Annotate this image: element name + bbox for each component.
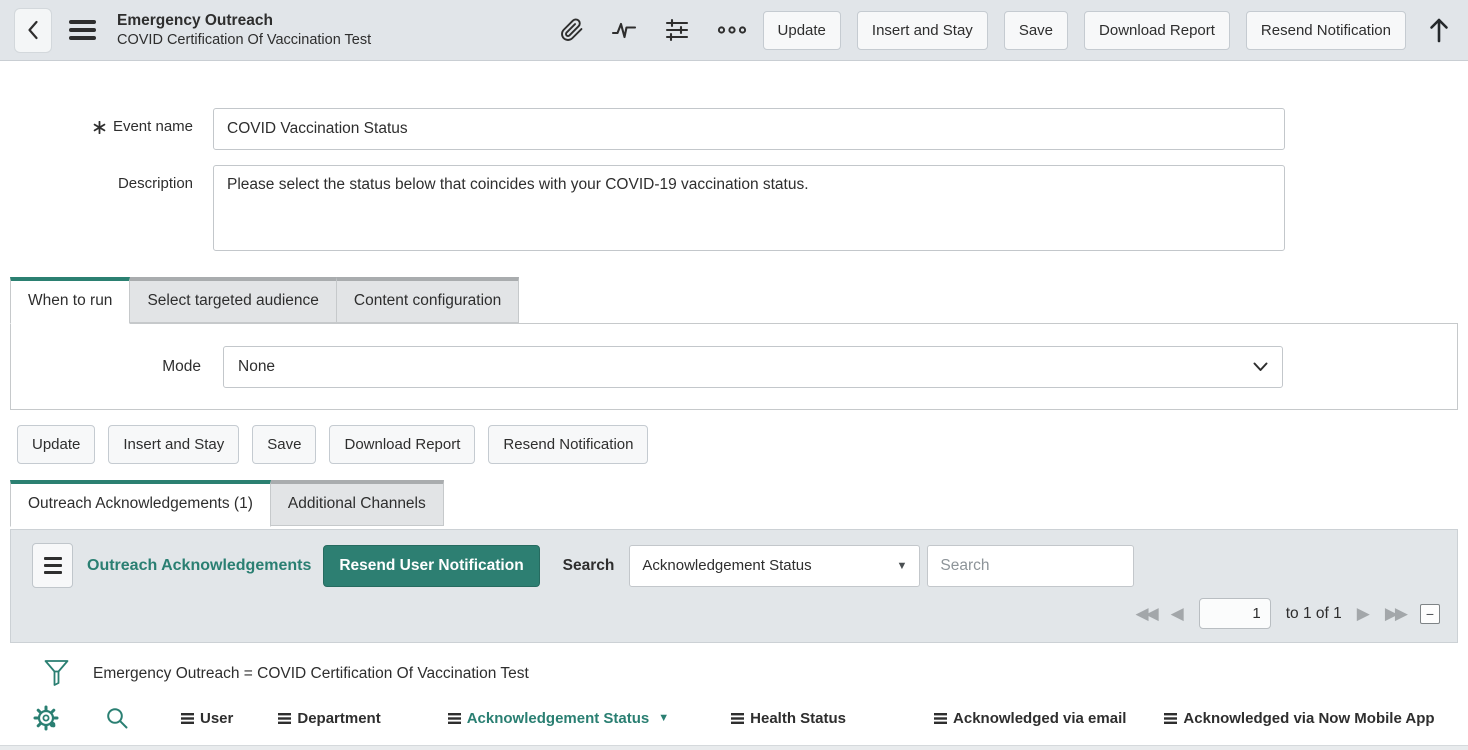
- first-row-edge: [0, 745, 1468, 750]
- back-button[interactable]: [14, 8, 52, 53]
- context-menu-icon[interactable]: [69, 16, 96, 44]
- search-column-value: Acknowledgement Status: [642, 557, 811, 574]
- column-menu-icon[interactable]: [278, 713, 291, 724]
- tab-content-configuration[interactable]: Content configuration: [336, 277, 519, 323]
- insert-and-stay-button-footer[interactable]: Insert and Stay: [108, 425, 239, 464]
- mode-select-value: None: [238, 358, 275, 376]
- attachment-icon[interactable]: [560, 18, 584, 42]
- insert-and-stay-button[interactable]: Insert and Stay: [857, 11, 988, 50]
- primary-tab-bar: When to run Select targeted audience Con…: [10, 277, 1468, 323]
- tab-outreach-acknowledgements[interactable]: Outreach Acknowledgements (1): [10, 480, 271, 527]
- gear-icon[interactable]: [33, 705, 59, 731]
- download-report-button-footer[interactable]: Download Report: [329, 425, 475, 464]
- next-page-icon[interactable]: ▶: [1357, 605, 1370, 622]
- event-name-input[interactable]: [213, 108, 1285, 150]
- update-button-footer[interactable]: Update: [17, 425, 95, 464]
- column-menu-icon[interactable]: [181, 713, 194, 724]
- tab-additional-channels[interactable]: Additional Channels: [271, 480, 444, 526]
- column-header-acknowledged-via-now-mobile-app-label: Acknowledged via Now Mobile App: [1183, 710, 1434, 727]
- search-icon[interactable]: [105, 706, 130, 731]
- column-menu-icon[interactable]: [1164, 713, 1177, 724]
- column-menu-icon[interactable]: [448, 713, 461, 724]
- chevron-down-icon: [1253, 362, 1268, 372]
- activity-icon[interactable]: [611, 18, 637, 42]
- mode-select[interactable]: None: [223, 346, 1283, 388]
- event-name-label-text: Event name: [113, 118, 193, 135]
- column-header-user-label: User: [200, 710, 233, 727]
- column-header-acknowledgement-status[interactable]: Acknowledgement Status ▼: [448, 710, 669, 727]
- scroll-to-top-icon[interactable]: [1428, 16, 1450, 44]
- description-label: Description: [0, 165, 193, 251]
- footer-button-group: Update Insert and Stay Save Download Rep…: [17, 425, 1468, 464]
- search-column-select[interactable]: Acknowledgement Status ▼: [629, 545, 920, 587]
- required-icon: [93, 121, 106, 134]
- first-page-icon[interactable]: ◀◀: [1136, 605, 1156, 622]
- column-header-user[interactable]: User: [181, 710, 233, 727]
- form-body: Event name Description Please select the…: [0, 61, 1468, 251]
- column-header-acknowledgement-status-label: Acknowledgement Status: [467, 710, 650, 727]
- select-caret-icon: ▼: [896, 560, 907, 572]
- page-subtitle: COVID Certification Of Vaccination Test: [117, 31, 371, 49]
- pagination-range-text: to 1 of 1: [1286, 605, 1342, 623]
- resend-notification-button[interactable]: Resend Notification: [1246, 11, 1406, 50]
- column-menu-icon[interactable]: [934, 713, 947, 724]
- filter-condition-text[interactable]: Emergency Outreach = COVID Certification…: [93, 665, 529, 683]
- column-header-acknowledged-via-email-label: Acknowledged via email: [953, 710, 1126, 727]
- tab-select-targeted-audience[interactable]: Select targeted audience: [130, 277, 335, 323]
- column-header-acknowledged-via-email[interactable]: Acknowledged via email: [934, 710, 1126, 727]
- back-icon: [26, 20, 40, 40]
- personalize-icon[interactable]: [664, 18, 690, 42]
- page-number-input[interactable]: [1199, 598, 1271, 629]
- column-menu-icon[interactable]: [731, 713, 744, 724]
- column-header-acknowledged-via-now-mobile-app[interactable]: Acknowledged via Now Mobile App: [1164, 710, 1434, 727]
- when-to-run-panel: Mode None: [10, 323, 1458, 410]
- related-list-panel: Outreach Acknowledgements Resend User No…: [10, 529, 1458, 643]
- filter-funnel-icon[interactable]: [44, 659, 69, 688]
- mode-label: Mode: [11, 358, 201, 376]
- list-search-input[interactable]: [927, 545, 1134, 587]
- record-title-block: Emergency Outreach COVID Certification O…: [117, 11, 371, 49]
- event-name-label: Event name: [0, 108, 193, 150]
- column-header-department-label: Department: [297, 710, 380, 727]
- more-options-icon[interactable]: [717, 24, 747, 36]
- resend-user-notification-button[interactable]: Resend User Notification: [323, 545, 539, 587]
- collapse-list-icon[interactable]: −: [1420, 604, 1440, 624]
- description-row: Description Please select the status bel…: [0, 165, 1468, 251]
- event-name-row: Event name: [0, 108, 1468, 150]
- save-button-footer[interactable]: Save: [252, 425, 316, 464]
- column-header-health-status-label: Health Status: [750, 710, 846, 727]
- page-title: Emergency Outreach: [117, 11, 371, 30]
- related-list-title-link[interactable]: Outreach Acknowledgements: [87, 557, 311, 575]
- list-context-menu-icon[interactable]: [32, 543, 73, 588]
- list-column-header-row: User Department Acknowledgement Status ▼…: [0, 700, 1468, 736]
- column-header-health-status[interactable]: Health Status: [731, 710, 846, 727]
- sort-descending-icon: ▼: [658, 712, 669, 724]
- save-button[interactable]: Save: [1004, 11, 1068, 50]
- list-search-label: Search: [563, 557, 615, 575]
- description-textarea[interactable]: Please select the status below that coin…: [213, 165, 1285, 251]
- related-list-toolbar: Outreach Acknowledgements Resend User No…: [11, 530, 1457, 592]
- list-pagination: ◀◀ ◀ to 1 of 1 ▶ ▶▶ −: [11, 592, 1457, 642]
- description-label-text: Description: [118, 175, 193, 192]
- update-button[interactable]: Update: [763, 11, 841, 50]
- resend-notification-button-footer[interactable]: Resend Notification: [488, 425, 648, 464]
- tab-when-to-run[interactable]: When to run: [10, 277, 130, 324]
- header-icon-group: [560, 18, 747, 42]
- previous-page-icon[interactable]: ◀: [1171, 605, 1184, 622]
- last-page-icon[interactable]: ▶▶: [1385, 605, 1405, 622]
- list-filter-row: Emergency Outreach = COVID Certification…: [44, 659, 1468, 688]
- header-button-group: Update Insert and Stay Save Download Rep…: [763, 11, 1406, 50]
- related-list-tab-bar: Outreach Acknowledgements (1) Additional…: [10, 480, 1468, 526]
- download-report-button[interactable]: Download Report: [1084, 11, 1230, 50]
- column-header-department[interactable]: Department: [278, 710, 380, 727]
- form-header-bar: Emergency Outreach COVID Certification O…: [0, 0, 1468, 61]
